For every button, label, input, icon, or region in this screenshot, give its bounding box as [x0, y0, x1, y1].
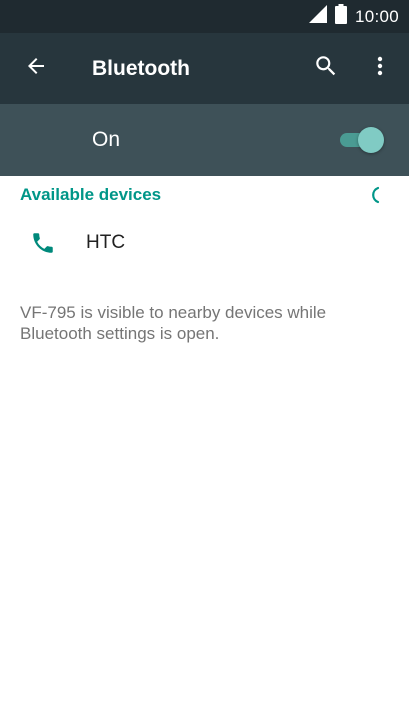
bluetooth-toggle-bar[interactable]: On	[0, 104, 409, 176]
more-options-button[interactable]	[362, 50, 398, 86]
search-icon	[313, 53, 339, 84]
device-list-item[interactable]: HTC	[0, 214, 409, 272]
search-button[interactable]	[308, 50, 344, 86]
status-time: 10:00	[354, 6, 399, 26]
status-icons: 10:00	[308, 0, 399, 33]
switch-thumb[interactable]	[358, 127, 384, 153]
available-devices-header: Available devices	[20, 185, 162, 204]
scanning-spinner-icon	[366, 186, 384, 204]
phone-icon	[30, 230, 56, 256]
bluetooth-switch[interactable]	[338, 127, 384, 153]
status-bar: 10:00	[0, 0, 409, 33]
back-button[interactable]	[18, 50, 54, 86]
device-name: HTC	[86, 232, 126, 253]
toggle-label: On	[92, 128, 121, 151]
visibility-note: VF-795 is visible to nearby devices whil…	[20, 303, 327, 343]
app-bar: Bluetooth	[0, 33, 409, 104]
back-arrow-icon	[24, 54, 48, 83]
page-title: Bluetooth	[92, 57, 190, 80]
battery-icon	[334, 4, 347, 29]
more-vert-icon	[368, 54, 392, 83]
signal-icon	[308, 5, 327, 28]
